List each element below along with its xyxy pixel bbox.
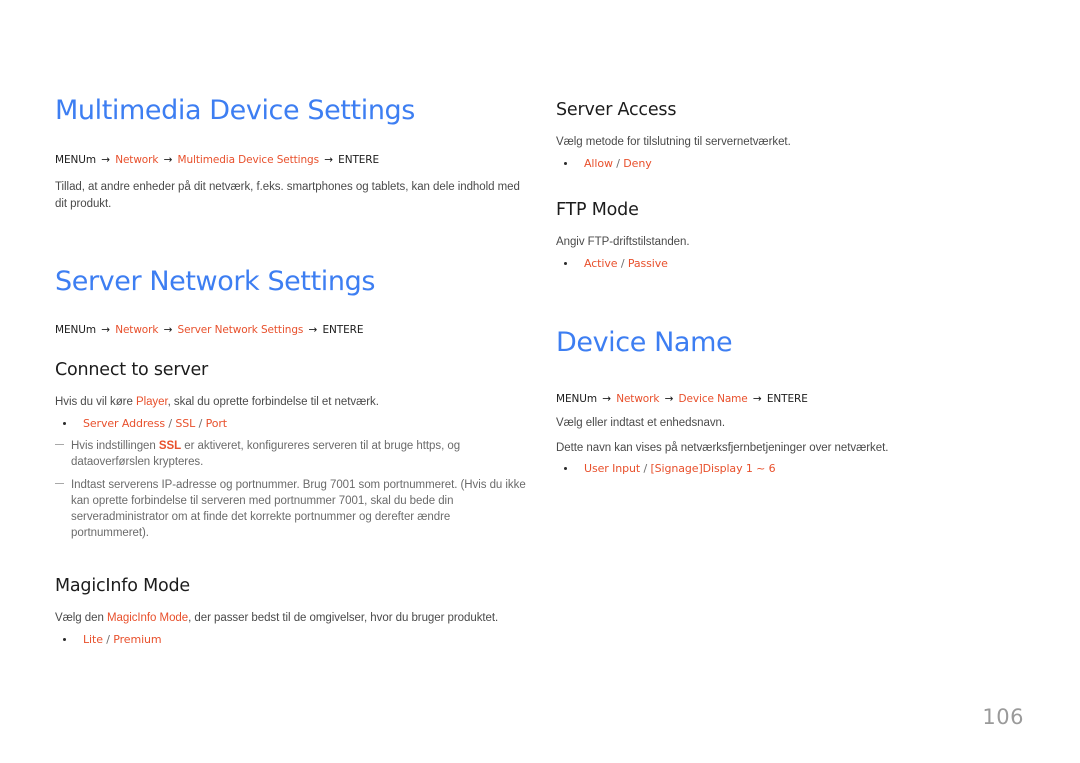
subheading-ftp-mode: FTP Mode (556, 199, 639, 220)
breadcrumb-multimedia: MENUm → Network → Multimedia Device Sett… (55, 154, 530, 168)
option-list-server-access: Allow / Deny (556, 155, 996, 172)
enter-key-glyph: E (372, 153, 380, 166)
option-separator: / (102, 632, 114, 646)
description-server-access: Vælg metode for tilslutning til serverne… (556, 136, 791, 149)
subheading-magicinfo-mode: MagicInfo Mode (55, 575, 190, 596)
enter-key-glyph: E (801, 393, 808, 406)
section-device-name: Device Name MENUm → Network → Device Nam… (556, 326, 996, 478)
breadcrumb-device-name: MENUm → Network → Device Name → ENTERE (556, 393, 996, 407)
option-deny: Deny (623, 156, 652, 170)
section-multimedia-device-settings: Multimedia Device Settings MENUm → Netwo… (55, 96, 530, 213)
description-device-name-2: Dette navn kan vises på netværksfjernbet… (556, 441, 889, 454)
section-server-access: Server Access Vælg metode for tilslutnin… (556, 100, 996, 172)
option-server-address: Server Address (83, 416, 165, 430)
menu-key-label: MENU (556, 393, 587, 406)
page-title-device-name: Device Name (556, 326, 733, 358)
description-magicinfo-mode: Vælg den MagicInfo Mode, der passer beds… (55, 610, 530, 627)
manual-page: Multimedia Device Settings MENUm → Netwo… (0, 0, 1080, 763)
description-connect-to-server: Hvis du vil køre Player, skal du oprette… (55, 394, 530, 411)
page-title-server-network-settings: Server Network Settings (55, 265, 375, 297)
breadcrumb-arrow-3: → (752, 393, 762, 406)
option-lite: Lite (83, 632, 103, 646)
breadcrumb-node-server-network: Server Network Settings (177, 324, 304, 337)
breadcrumb-node-network: Network (115, 324, 159, 337)
list-item[interactable]: Allow / Deny (556, 155, 996, 172)
description-ftp-mode: Angiv FTP-driftstilstanden. (556, 235, 690, 248)
right-column: Server Access Vælg metode for tilslutnin… (556, 100, 996, 477)
option-separator: / (640, 462, 651, 476)
desc-text-before: Hvis du vil køre (55, 396, 136, 409)
description-device-name-1: Vælg eller indtast et enhedsnavn. (556, 417, 726, 430)
enter-key-label: ENTER (338, 153, 373, 166)
desc-text-after: , der passer bedst til de omgivelser, hv… (188, 611, 499, 624)
option-separator: / (164, 416, 176, 430)
breadcrumb-arrow-1: → (101, 153, 110, 166)
enter-key-label: ENTER (322, 324, 357, 337)
breadcrumb-arrow-1: → (101, 324, 110, 337)
option-ssl: SSL (175, 416, 196, 430)
option-active: Active (584, 256, 618, 270)
subheading-connect-to-server: Connect to server (55, 360, 209, 380)
breadcrumb-node-network: Network (115, 153, 159, 166)
section-ftp-mode: FTP Mode Angiv FTP-driftstilstanden. Act… (556, 200, 996, 272)
note-list-connect-to-server: Hvis indstillingen SSL er aktiveret, kon… (55, 438, 530, 542)
option-list-ftp-mode: Active / Passive (556, 255, 996, 272)
breadcrumb-arrow-2: → (163, 324, 173, 337)
breadcrumb-node-multimedia: Multimedia Device Settings (177, 153, 320, 166)
desc-text-before: Vælg den (55, 611, 107, 624)
menu-key-label: MENU (55, 153, 86, 166)
left-column: Multimedia Device Settings MENUm → Netwo… (55, 96, 530, 648)
note-text-after: Indtast serverens IP-adresse og portnumm… (71, 478, 526, 540)
option-separator: / (617, 256, 628, 270)
breadcrumb-server-network: MENUm → Network → Server Network Setting… (55, 324, 530, 338)
desc-text-after: , skal du oprette forbindelse til et net… (167, 396, 379, 409)
list-item[interactable]: User Input / [Signage]Display 1 ~ 6 (556, 460, 996, 477)
option-list-magicinfo-mode: Lite / Premium (55, 631, 530, 648)
option-separator: / (195, 416, 206, 430)
page-title-multimedia-device-settings: Multimedia Device Settings (55, 95, 415, 126)
option-list-connect-to-server: Server Address / SSL / Port (55, 415, 530, 432)
menu-key-label: MENU (55, 324, 86, 337)
note-accent-ssl: SSL (158, 439, 182, 452)
breadcrumb-node-device-name: Device Name (678, 393, 748, 406)
note-item-port: Indtast serverens IP-adresse og portnumm… (55, 477, 530, 542)
breadcrumb-arrow-3: → (308, 324, 318, 337)
option-allow: Allow (584, 156, 613, 170)
option-list-device-name: User Input / [Signage]Display 1 ~ 6 (556, 460, 996, 477)
breadcrumb-arrow-2: → (163, 153, 173, 166)
list-item[interactable]: Server Address / SSL / Port (55, 415, 530, 432)
option-separator: / (612, 156, 624, 170)
menu-key-glyph: m (586, 393, 597, 406)
option-port: Port (205, 416, 228, 430)
list-item[interactable]: Active / Passive (556, 255, 996, 272)
list-item[interactable]: Lite / Premium (55, 631, 530, 648)
note-text-before: Hvis indstillingen (71, 439, 159, 452)
note-item-ssl: Hvis indstillingen SSL er aktiveret, kon… (55, 438, 530, 471)
enter-key-glyph: E (356, 324, 364, 337)
breadcrumb-arrow-3: → (324, 153, 333, 166)
option-signage-display: [Signage]Display 1 ~ 6 (650, 462, 776, 476)
option-passive: Passive (627, 256, 668, 270)
section-server-network-settings: Server Network Settings MENUm → Network … (55, 265, 530, 648)
subheading-server-access: Server Access (556, 100, 677, 120)
desc-accent-player: Player (135, 396, 168, 409)
breadcrumb-arrow-2: → (664, 393, 674, 406)
option-user-input: User Input (584, 462, 641, 476)
desc-accent-magicinfo-mode: MagicInfo Mode (106, 611, 189, 624)
description-multimedia: Tillad, at andre enheder på dit netværk,… (55, 181, 520, 210)
breadcrumb-node-network: Network (616, 393, 660, 406)
option-premium: Premium (113, 632, 162, 646)
breadcrumb-arrow-1: → (602, 393, 611, 406)
page-number: 106 (982, 705, 1024, 729)
enter-key-label: ENTER (766, 393, 802, 406)
menu-key-glyph: m (85, 153, 96, 166)
menu-key-glyph: m (85, 324, 96, 337)
